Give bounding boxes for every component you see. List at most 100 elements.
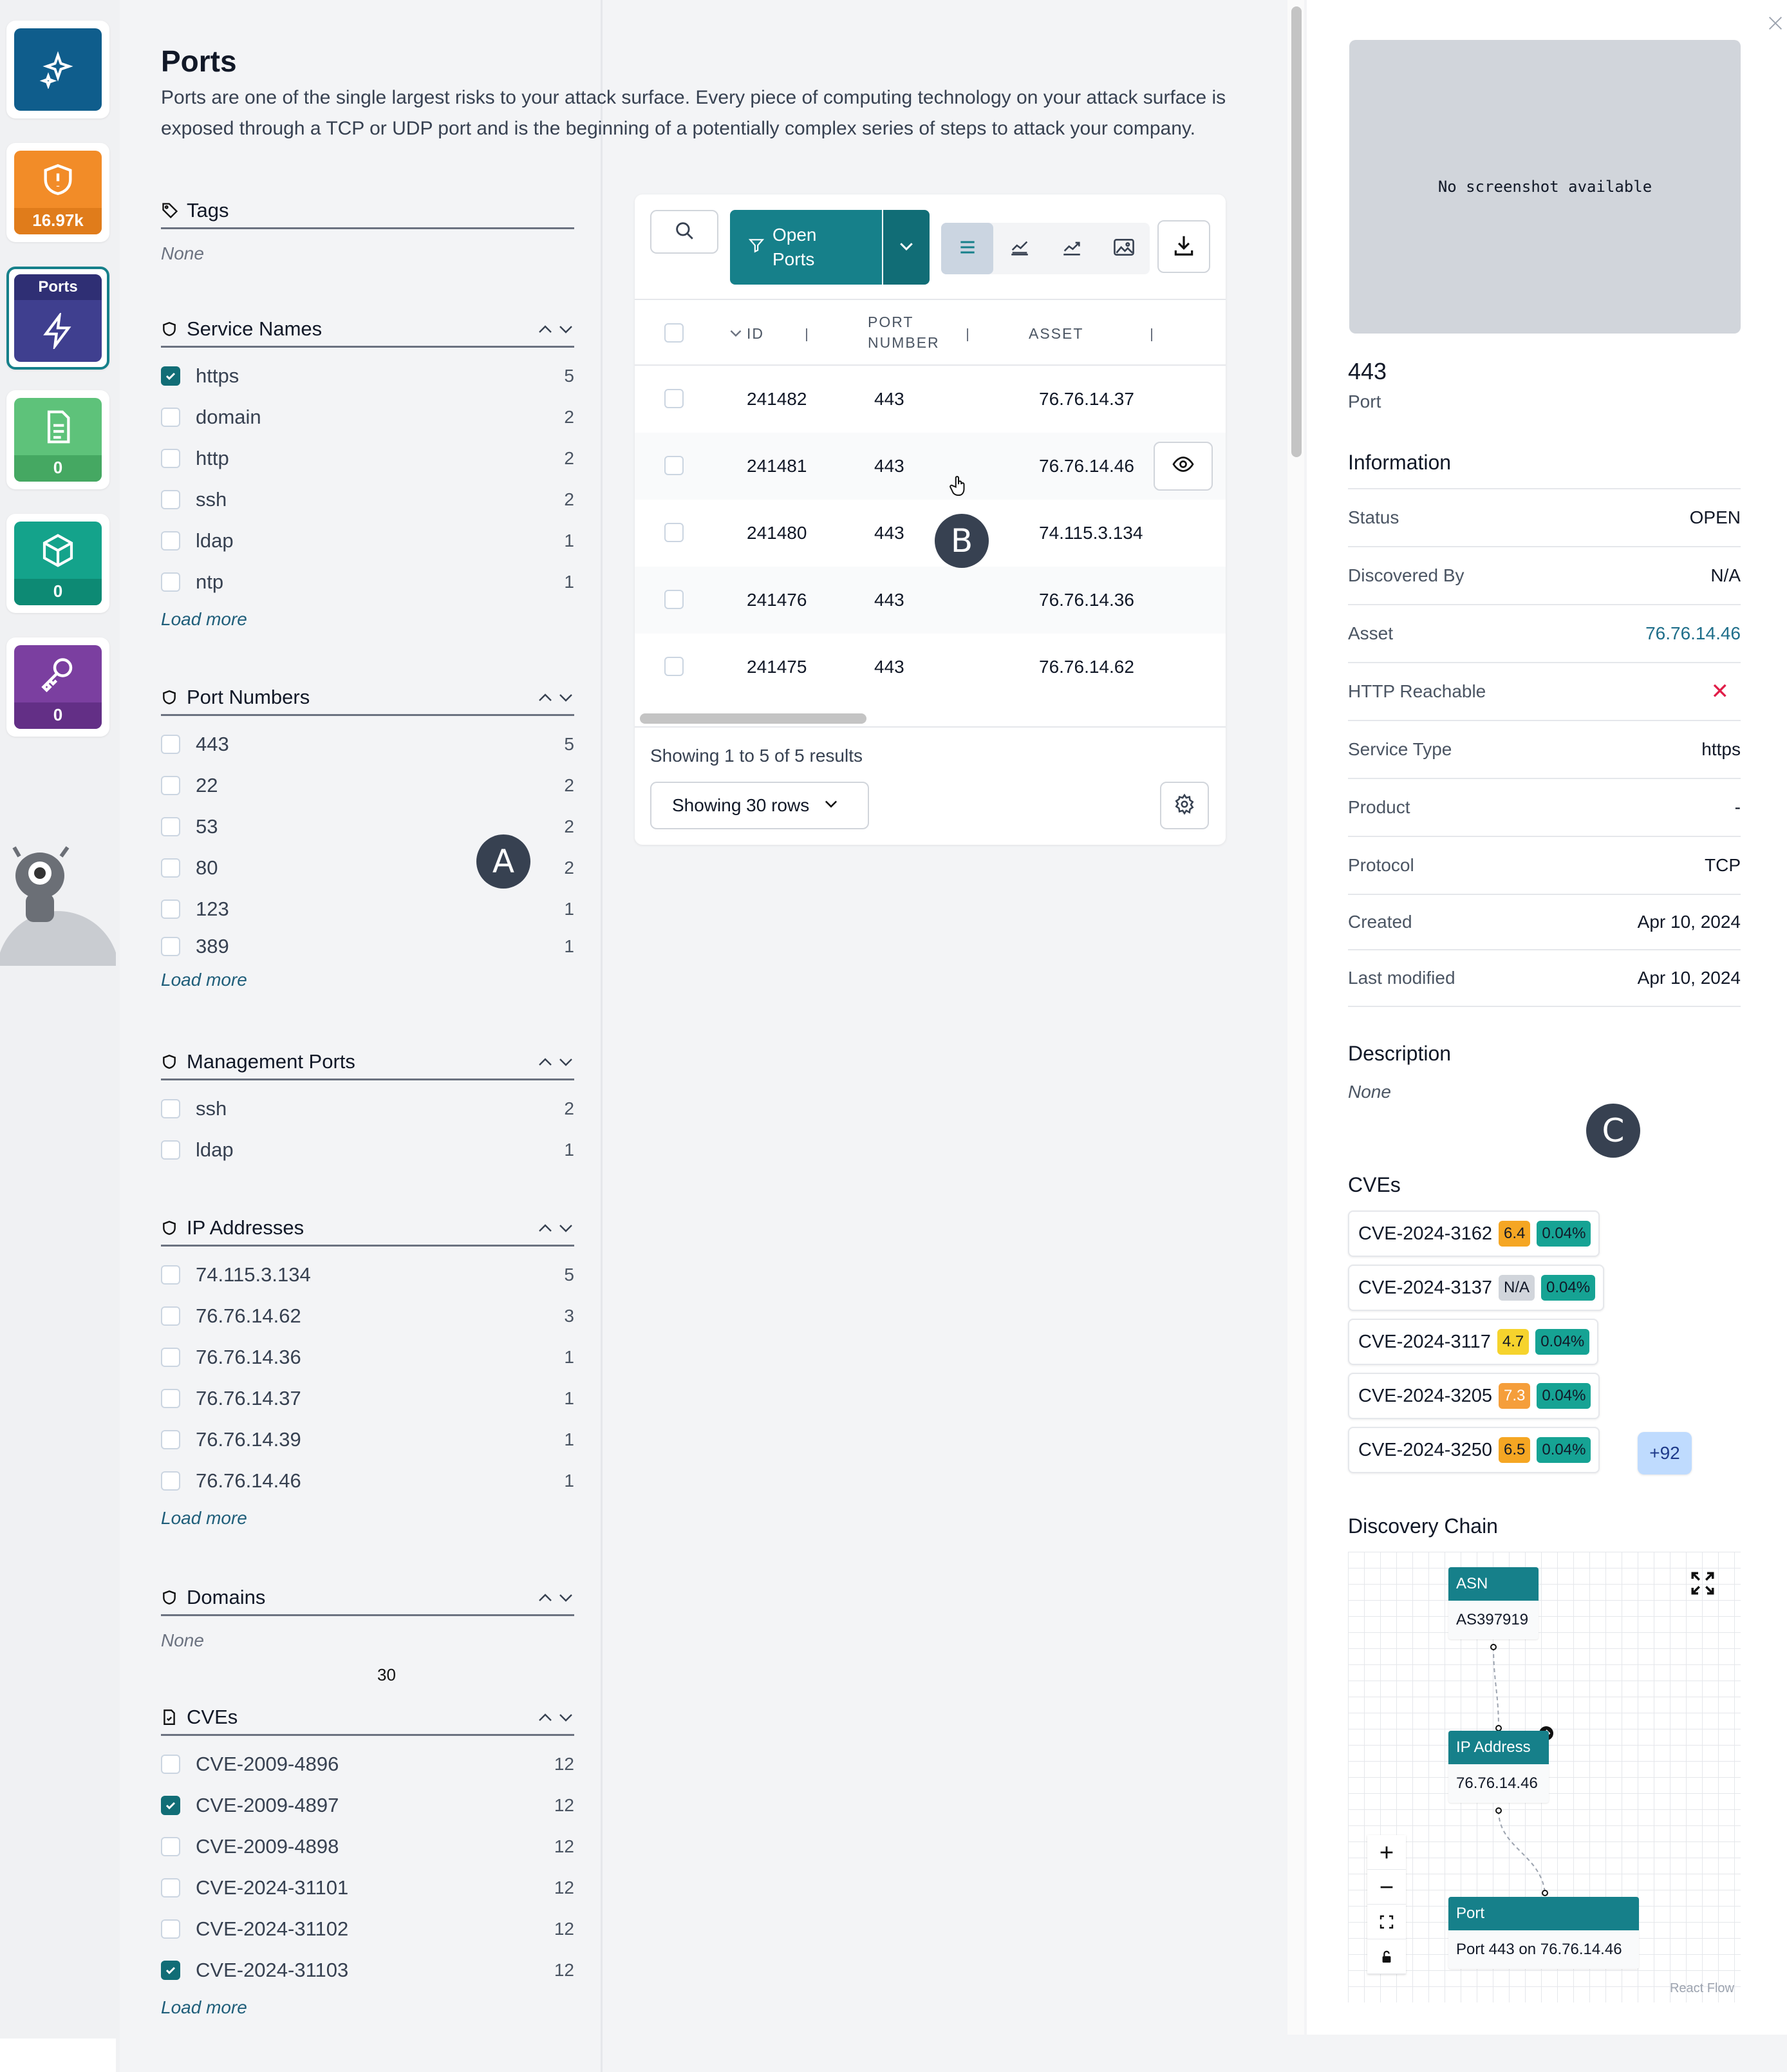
checkbox[interactable] bbox=[161, 937, 180, 956]
filter-option[interactable]: CVE-2009-4898 12 bbox=[161, 1826, 574, 1867]
close-icon[interactable] bbox=[1766, 14, 1784, 35]
react-flow-attribution[interactable]: React Flow bbox=[1670, 1981, 1734, 1996]
checkbox[interactable] bbox=[161, 449, 180, 468]
zoom-in-icon[interactable] bbox=[1367, 1835, 1406, 1870]
checkbox[interactable] bbox=[161, 776, 180, 795]
open-ports-filter-button[interactable]: Open Ports bbox=[730, 210, 882, 285]
checkbox[interactable] bbox=[161, 735, 180, 754]
load-more-link[interactable]: Load more bbox=[161, 1508, 574, 1529]
filter-option[interactable]: 76.76.14.39 1 bbox=[161, 1419, 574, 1460]
filter-option[interactable]: 74.115.3.134 5 bbox=[161, 1254, 574, 1295]
rail-item-assets[interactable]: 0 bbox=[6, 514, 109, 613]
row-checkbox[interactable] bbox=[664, 657, 684, 676]
checkbox[interactable] bbox=[161, 490, 180, 509]
row-checkbox[interactable] bbox=[664, 590, 684, 609]
filter-option[interactable]: ssh 2 bbox=[161, 1088, 574, 1129]
chain-node-asn[interactable]: ASN AS397919 bbox=[1448, 1567, 1539, 1639]
column-resizer[interactable] bbox=[806, 328, 807, 341]
table-row[interactable]: 241481 443 76.76.14.46 bbox=[635, 433, 1226, 500]
checkbox[interactable] bbox=[161, 817, 180, 836]
column-resizer[interactable] bbox=[1151, 328, 1152, 341]
filter-ip-addresses-header[interactable]: IP Addresses bbox=[161, 1210, 574, 1247]
table-row[interactable]: 241475 443 76.76.14.62 bbox=[635, 634, 1226, 701]
sort-toggle[interactable] bbox=[537, 1053, 574, 1070]
rail-item-ai[interactable] bbox=[6, 21, 109, 118]
filter-option[interactable]: ldap 1 bbox=[161, 520, 574, 561]
table-row[interactable]: 241482 443 76.76.14.37 bbox=[635, 366, 1226, 433]
filter-service-names-header[interactable]: Service Names bbox=[161, 312, 574, 348]
filter-option[interactable]: ntp 1 bbox=[161, 561, 574, 603]
checkbox[interactable] bbox=[161, 1471, 180, 1491]
checkbox[interactable] bbox=[161, 1306, 180, 1326]
row-checkbox[interactable] bbox=[664, 523, 684, 542]
column-id[interactable]: ID bbox=[747, 323, 764, 344]
chain-node-port[interactable]: Port Port 443 on 76.76.14.46 bbox=[1448, 1897, 1639, 1969]
row-checkbox[interactable] bbox=[664, 456, 684, 475]
fit-view-icon[interactable] bbox=[1367, 1905, 1406, 1939]
rail-item-issues[interactable]: 16.97k bbox=[6, 143, 109, 242]
cve-chip[interactable]: CVE-2024-3162 6.4 0.04% bbox=[1348, 1210, 1600, 1257]
filter-option[interactable]: ldap 1 bbox=[161, 1129, 574, 1171]
column-resizer[interactable] bbox=[967, 328, 968, 341]
checkbox[interactable] bbox=[161, 1265, 180, 1285]
open-ports-dropdown[interactable] bbox=[883, 210, 930, 285]
horizontal-scrollbar[interactable] bbox=[640, 713, 866, 724]
main-scrollbar-thumb[interactable] bbox=[1291, 6, 1302, 457]
filter-option[interactable]: 389 1 bbox=[161, 930, 574, 963]
asset-link[interactable]: 76.76.14.46 bbox=[1645, 623, 1741, 644]
chart-view-button[interactable] bbox=[993, 223, 1045, 274]
table-row[interactable]: 241476 443 76.76.14.36 bbox=[635, 567, 1226, 634]
checkbox[interactable] bbox=[161, 1755, 180, 1774]
gallery-view-button[interactable] bbox=[1098, 223, 1150, 274]
checkbox[interactable] bbox=[161, 899, 180, 919]
rail-item-documents[interactable]: 0 bbox=[6, 390, 109, 489]
checkbox[interactable] bbox=[161, 408, 180, 427]
checkbox[interactable] bbox=[161, 1919, 180, 1939]
checkbox[interactable] bbox=[161, 1140, 180, 1160]
filter-option[interactable]: 443 5 bbox=[161, 724, 574, 765]
chain-node-ip[interactable]: IP Address 76.76.14.46 bbox=[1448, 1731, 1549, 1803]
sort-toggle[interactable] bbox=[537, 1709, 574, 1726]
select-all-checkbox[interactable] bbox=[664, 323, 684, 343]
rail-item-credentials[interactable]: 0 bbox=[6, 637, 109, 737]
filter-option[interactable]: CVE-2024-31101 12 bbox=[161, 1867, 574, 1908]
rail-item-ports[interactable]: Ports bbox=[6, 267, 109, 370]
filter-domains-header[interactable]: Domains bbox=[161, 1580, 574, 1616]
sort-toggle[interactable] bbox=[537, 689, 574, 706]
cve-chip[interactable]: CVE-2024-3205 7.3 0.04% bbox=[1348, 1373, 1600, 1419]
view-details-button[interactable] bbox=[1154, 442, 1213, 491]
filter-cves-header[interactable]: CVEs bbox=[161, 1700, 574, 1736]
filter-option[interactable]: 22 2 bbox=[161, 765, 574, 806]
filter-management-ports-header[interactable]: Management Ports bbox=[161, 1044, 574, 1080]
checkbox-checked[interactable] bbox=[161, 1796, 180, 1815]
sort-toggle[interactable] bbox=[537, 1589, 574, 1606]
row-checkbox[interactable] bbox=[664, 389, 684, 408]
load-more-link[interactable]: Load more bbox=[161, 609, 574, 630]
search-button[interactable] bbox=[650, 210, 718, 254]
load-more-link[interactable]: Load more bbox=[161, 1997, 574, 2018]
checkbox[interactable] bbox=[161, 1878, 180, 1898]
download-button[interactable] bbox=[1157, 220, 1210, 273]
list-view-button[interactable] bbox=[941, 223, 993, 274]
checkbox[interactable] bbox=[161, 858, 180, 878]
more-cves-button[interactable]: +92 bbox=[1638, 1432, 1692, 1474]
checkbox[interactable] bbox=[161, 1837, 180, 1856]
checkbox[interactable] bbox=[161, 572, 180, 592]
checkbox[interactable] bbox=[161, 1348, 180, 1367]
filter-option[interactable]: CVE-2009-4896 12 bbox=[161, 1744, 574, 1785]
fullscreen-icon[interactable] bbox=[1689, 1570, 1716, 1600]
cve-chip[interactable]: CVE-2024-3250 6.5 0.04% bbox=[1348, 1427, 1600, 1473]
lock-icon[interactable] bbox=[1367, 1939, 1406, 1974]
filter-option[interactable]: 123 1 bbox=[161, 889, 574, 930]
sort-toggle[interactable] bbox=[537, 321, 574, 337]
filter-option[interactable]: 76.76.14.62 3 bbox=[161, 1295, 574, 1337]
chevron-down-icon[interactable] bbox=[727, 325, 744, 345]
checkbox-checked[interactable] bbox=[161, 1961, 180, 1980]
discovery-chain-graph[interactable]: ASN AS397919 IP Address 76.76.14.46 Port… bbox=[1348, 1552, 1741, 2002]
checkbox[interactable] bbox=[161, 1430, 180, 1449]
filter-option[interactable]: https 5 bbox=[161, 355, 574, 397]
trend-view-button[interactable] bbox=[1045, 223, 1098, 274]
checkbox[interactable] bbox=[161, 531, 180, 551]
column-asset[interactable]: ASSET bbox=[1029, 323, 1083, 344]
load-more-link[interactable]: Load more bbox=[161, 970, 574, 990]
